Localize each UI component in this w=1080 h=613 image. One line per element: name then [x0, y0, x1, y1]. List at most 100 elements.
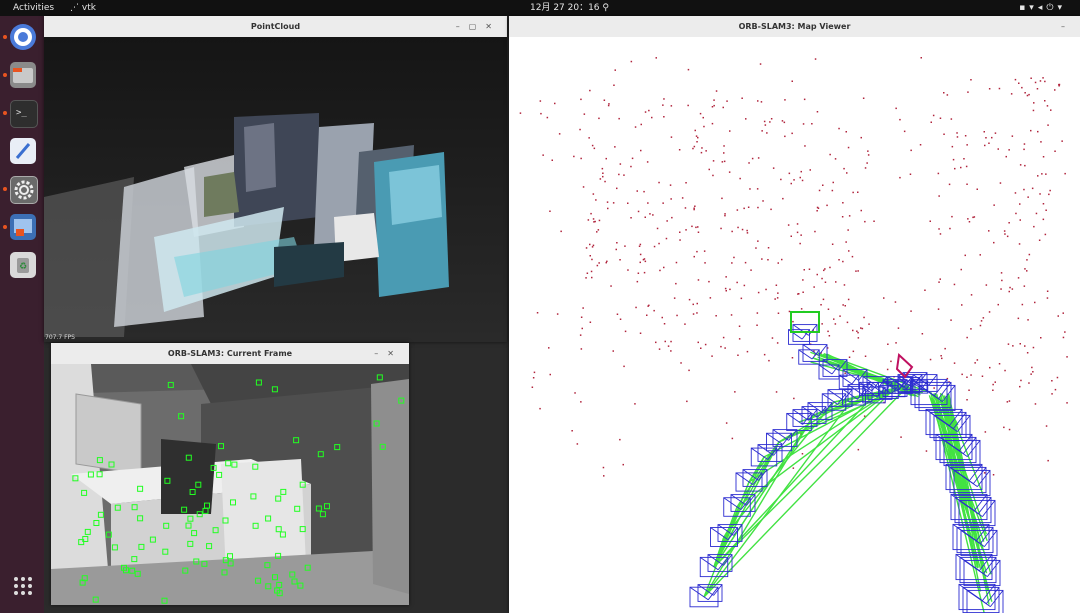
dock-item-files[interactable] — [10, 62, 36, 88]
maximize-icon[interactable]: ▢ — [469, 22, 486, 31]
map-point — [1046, 105, 1049, 107]
map-point — [659, 269, 661, 272]
map-point — [519, 112, 522, 114]
map-point — [925, 450, 928, 452]
map-point — [844, 305, 846, 307]
map-point — [759, 63, 762, 65]
map-point — [705, 150, 707, 152]
map-point — [994, 132, 997, 134]
map-point — [1062, 312, 1064, 314]
pointcloud-titlebar[interactable]: PointCloud –▢✕ — [44, 16, 507, 38]
activities-button[interactable]: Activities — [13, 0, 54, 16]
map-point — [1045, 173, 1047, 175]
map-point — [745, 118, 747, 120]
map-point — [1006, 235, 1009, 238]
map-point — [590, 270, 593, 273]
app-menu[interactable]: ⋰ vtk — [70, 0, 96, 16]
map-point — [824, 281, 827, 283]
map-point — [756, 324, 758, 326]
map-point — [956, 132, 958, 134]
map-point — [720, 345, 722, 348]
map-point — [965, 165, 968, 168]
map-point — [644, 111, 647, 113]
running-indicator — [3, 35, 7, 39]
map-point — [702, 116, 704, 119]
map-point — [696, 302, 698, 305]
map-point — [866, 162, 868, 164]
map-point — [635, 306, 637, 309]
map-point — [712, 174, 714, 177]
map-point — [711, 122, 714, 125]
map-point — [1018, 243, 1021, 245]
map-point — [954, 167, 956, 170]
map-point — [661, 316, 663, 319]
map-point — [697, 279, 700, 281]
map-point — [580, 348, 583, 350]
map-point — [816, 111, 819, 113]
current-frame-window[interactable]: ORB-SLAM3: Current Frame –✕ — [51, 343, 409, 605]
map-point — [894, 301, 897, 303]
map-point — [867, 150, 869, 152]
map-point — [982, 317, 985, 319]
map-point — [636, 190, 638, 192]
pointcloud-window[interactable]: PointCloud –▢✕ 707.7 FPS — [44, 16, 507, 342]
map-point — [721, 161, 724, 163]
show-apps-button[interactable] — [13, 576, 33, 596]
current-frame-titlebar[interactable]: ORB-SLAM3: Current Frame –✕ — [51, 343, 409, 365]
map-point — [724, 287, 727, 290]
map-point — [784, 135, 786, 138]
dock-item-trash[interactable]: ♻ — [10, 252, 36, 278]
minimize-icon[interactable]: – — [1061, 22, 1074, 31]
covisibility-edge — [703, 414, 815, 598]
close-icon[interactable]: ✕ — [387, 349, 403, 358]
dock-item-software[interactable] — [10, 214, 36, 240]
map-point — [711, 355, 713, 357]
app-store-icon — [14, 219, 32, 236]
map-point — [733, 256, 735, 259]
map-point — [939, 278, 941, 280]
dock-item-chromium[interactable] — [10, 24, 36, 50]
map-point — [554, 102, 556, 105]
map-point — [842, 260, 844, 263]
clock[interactable]: 12月 27 20：16 ⚲ — [530, 0, 609, 16]
map-point — [722, 106, 724, 109]
map-point — [670, 350, 672, 352]
minimize-icon[interactable]: – — [374, 349, 387, 358]
svg-text:>_: >_ — [16, 108, 27, 118]
map-point — [800, 170, 802, 173]
map-point — [725, 422, 728, 424]
map-point — [680, 362, 682, 364]
map-point — [1007, 343, 1010, 345]
map-point — [602, 466, 605, 469]
dock-item-text-editor[interactable] — [10, 138, 36, 164]
map-point — [583, 113, 586, 115]
map-point — [551, 159, 553, 161]
map-viewer-titlebar[interactable]: ORB-SLAM3: Map Viewer – — [509, 16, 1080, 38]
map-point — [1033, 102, 1035, 104]
map-point — [864, 167, 867, 169]
map-point — [663, 116, 665, 118]
map-point — [606, 260, 608, 263]
map-point — [582, 307, 584, 309]
dock-item-terminal[interactable]: >_ — [10, 100, 38, 128]
map-point — [589, 255, 591, 257]
map-point — [949, 227, 951, 230]
minimize-icon[interactable]: – — [456, 22, 469, 31]
map-point — [676, 314, 678, 317]
map-point — [630, 60, 633, 63]
map-point — [700, 151, 703, 154]
map-point — [803, 269, 805, 271]
map-point — [844, 372, 846, 374]
map-point — [867, 154, 870, 156]
map-point — [1045, 425, 1048, 427]
map-point — [793, 397, 795, 400]
map-point — [602, 175, 604, 178]
map-point — [1024, 345, 1026, 347]
map-viewer-window[interactable]: ORB-SLAM3: Map Viewer – — [509, 16, 1080, 613]
system-tray[interactable]: ▪▾◂⏻▾ — [1019, 0, 1066, 16]
pointcloud-render-view[interactable]: 707.7 FPS — [44, 37, 507, 342]
dock-item-settings[interactable] — [10, 176, 38, 204]
map-viewer-canvas[interactable] — [509, 37, 1080, 613]
map-point — [589, 321, 592, 323]
close-icon[interactable]: ✕ — [485, 22, 501, 31]
